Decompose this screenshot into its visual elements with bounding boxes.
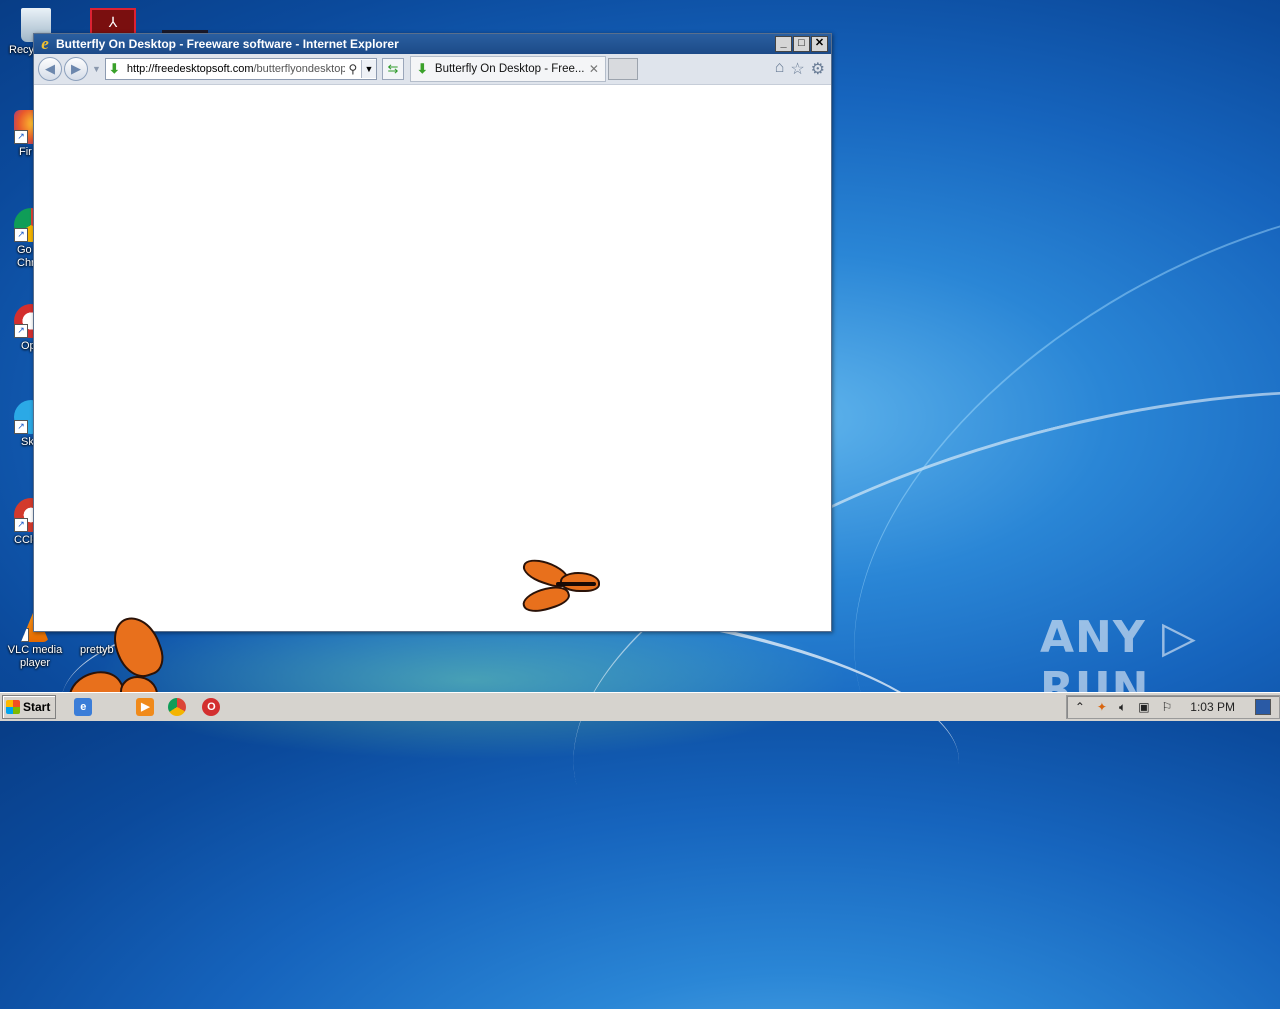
show-desktop-icon[interactable]: [1255, 699, 1271, 715]
new-tab-button[interactable]: [607, 58, 638, 80]
clock[interactable]: 1:03 PM: [1190, 700, 1235, 714]
ie-window: e Butterfly On Desktop - Freeware softwa…: [33, 33, 832, 632]
address-dropdown-icon[interactable]: ▼: [360, 60, 376, 78]
tab-label: Butterfly On Desktop - Free...: [434, 63, 585, 75]
back-button[interactable]: ◀: [38, 57, 62, 81]
show-hidden-icons-icon[interactable]: ⌃: [1075, 700, 1085, 714]
taskbar-media-player-icon[interactable]: ▶: [136, 698, 155, 716]
refresh-icon: ⇆: [387, 61, 399, 76]
history-dropdown-icon[interactable]: ▼: [92, 64, 101, 74]
navigation-bar: ◀ ▶ ▼ ⬇ http://freedesktopsoft.com/butte…: [34, 54, 831, 85]
taskbar-ie-icon[interactable]: e: [74, 698, 93, 716]
tab-butterfly[interactable]: ⬇ Butterfly On Desktop - Free... ✕: [409, 56, 606, 82]
system-tray: ⌃ ✦ 🔈︎ ▣ ⚐ 1:03 PM: [1065, 695, 1280, 719]
start-button[interactable]: Start: [2, 695, 57, 719]
network-icon[interactable]: ▣: [1138, 700, 1149, 714]
taskbar-opera-icon[interactable]: O: [202, 698, 221, 716]
maximize-button[interactable]: □: [793, 36, 810, 52]
taskbar-chrome-icon[interactable]: [168, 698, 187, 716]
internet-explorer-icon: e: [41, 34, 49, 53]
close-button[interactable]: ✕: [811, 36, 828, 52]
window-title: Butterfly On Desktop - Freeware software…: [56, 37, 399, 51]
desktop-icon-label: VLC media player: [7, 644, 63, 669]
volume-icon[interactable]: 🔈︎: [1119, 700, 1126, 715]
address-host: http://freedesktopsoft.com: [126, 63, 254, 75]
address-path: /butterflyondesktop: [253, 63, 345, 75]
tab-favicon-icon: ⬇: [416, 61, 428, 76]
title-bar[interactable]: e Butterfly On Desktop - Freeware softwa…: [34, 34, 831, 54]
page-content: [34, 85, 831, 631]
settings-gear-icon[interactable]: ⚙: [811, 59, 825, 79]
taskbar: Start e ▶ O ⌃ ✦ 🔈︎ ▣ ⚐ 1:03 PM: [0, 692, 1280, 721]
desktop-icon-acrobat[interactable]: ⅄: [90, 8, 136, 36]
butterfly-body: [556, 582, 596, 586]
forward-button[interactable]: ▶: [64, 57, 88, 81]
arrow-left-icon: ◀: [45, 61, 55, 76]
arrow-right-icon: ▶: [71, 61, 81, 76]
action-center-flag-icon[interactable]: ⚐: [1162, 700, 1173, 714]
toolbar-icons: ⌂ ☆ ⚙: [775, 59, 825, 79]
butterfly-image[interactable]: [519, 555, 600, 617]
close-tab-icon[interactable]: ✕: [589, 62, 603, 76]
butterfly-tray-icon[interactable]: ✦: [1097, 700, 1107, 714]
start-label: Start: [23, 700, 51, 714]
search-icon[interactable]: ⚲: [345, 62, 361, 76]
windows-logo-icon: [6, 700, 20, 714]
address-bar[interactable]: ⬇ http://freedesktopsoft.com/butterflyon…: [104, 58, 377, 80]
address-url[interactable]: http://freedesktopsoft.com/butterflyonde…: [127, 63, 345, 75]
minimize-button[interactable]: _: [775, 36, 792, 52]
refresh-button[interactable]: ⇆: [381, 58, 404, 80]
home-icon[interactable]: ⌂: [775, 59, 785, 79]
window-controls: _ □ ✕: [775, 36, 828, 52]
butterfly-wing: [106, 610, 170, 684]
favorites-star-icon[interactable]: ☆: [790, 59, 804, 79]
page-download-icon: ⬇: [108, 61, 120, 76]
acrobat-icon: ⅄: [108, 14, 118, 30]
